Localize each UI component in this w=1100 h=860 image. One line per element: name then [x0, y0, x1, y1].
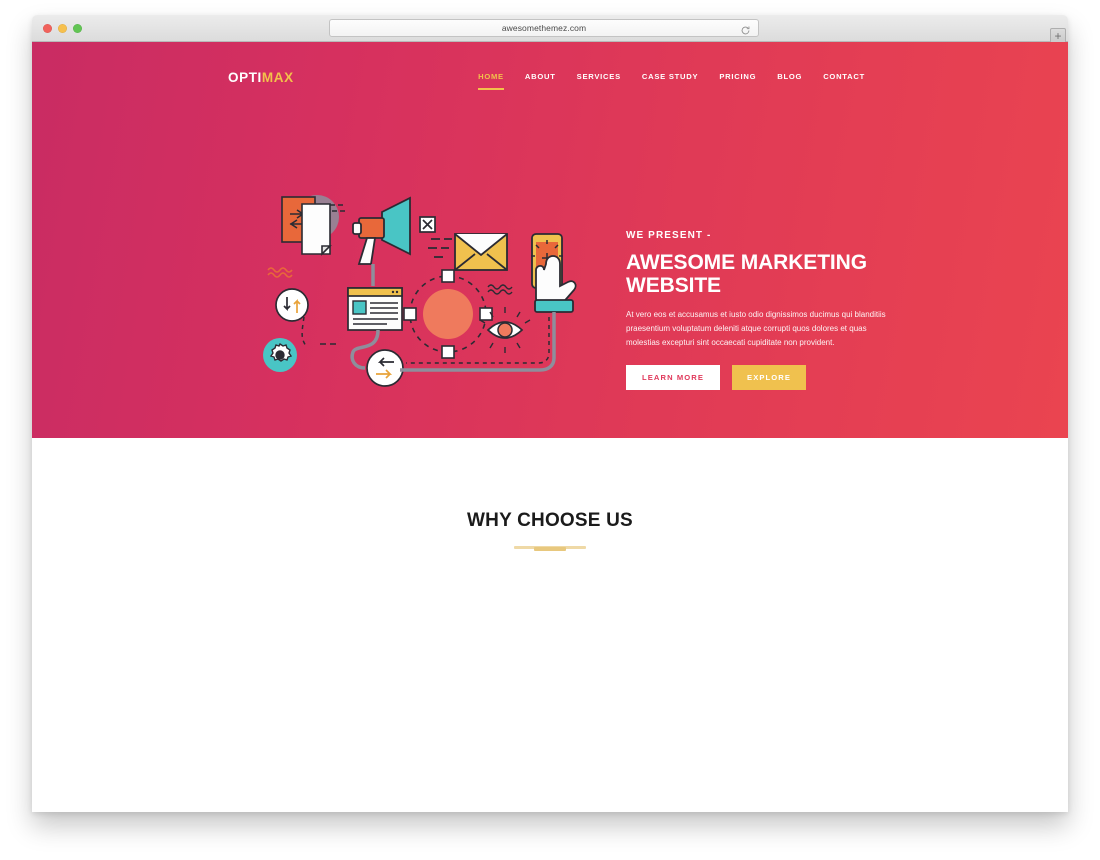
section-title: WHY CHOOSE US [467, 510, 633, 531]
address-bar[interactable]: awesomethemez.com [329, 19, 759, 37]
section-divider [514, 546, 586, 549]
logo-part-one: OPTI [228, 70, 262, 85]
site-logo[interactable]: OPTIMAX [228, 70, 294, 85]
hero-copy: WE PRESENT - AWESOME MARKETING WEBSITE A… [626, 230, 926, 391]
close-window-button[interactable] [43, 24, 52, 33]
zoom-window-button[interactable] [73, 24, 82, 33]
browser-chrome: awesomethemez.com + [32, 15, 1068, 44]
reload-icon[interactable] [740, 23, 751, 35]
hero-paragraph: At vero eos et accusamus et iusto odio d… [626, 310, 886, 347]
nav-item-case-study[interactable]: CASE STUDY [642, 72, 698, 88]
site-header: OPTIMAX HOME ABOUT SERVICES CASE STUDY P… [32, 42, 1068, 90]
hero-eyebrow: WE PRESENT - [626, 230, 712, 241]
nav-item-pricing[interactable]: PRICING [719, 72, 756, 88]
minimize-window-button[interactable] [58, 24, 67, 33]
hero-button-group: LEARN MORE EXPLORE [626, 365, 926, 391]
section-header: WHY CHOOSE US [32, 438, 1068, 549]
main-navigation: HOME ABOUT SERVICES CASE STUDY PRICING B… [478, 72, 865, 90]
page-viewport: OPTIMAX HOME ABOUT SERVICES CASE STUDY P… [32, 42, 1068, 812]
nav-item-about[interactable]: ABOUT [525, 72, 556, 88]
hero-title: AWESOME MARKETING WEBSITE [626, 251, 867, 298]
nav-item-blog[interactable]: BLOG [777, 72, 802, 88]
url-text: awesomethemez.com [501, 23, 587, 33]
window-controls [43, 24, 82, 33]
learn-more-button[interactable]: LEARN MORE [626, 365, 721, 391]
nav-item-services[interactable]: SERVICES [577, 72, 621, 88]
digital-marketing-illustration [260, 192, 590, 402]
nav-item-home[interactable]: HOME [478, 72, 504, 90]
browser-window: awesomethemez.com + OPTIMAX HOME ABOUT S… [32, 15, 1068, 812]
nav-item-contact[interactable]: CONTACT [823, 72, 865, 88]
why-choose-us-section: WHY CHOOSE US HIGHER MARKET GROWTH At ve… [32, 438, 1068, 812]
logo-part-two: MAX [261, 70, 294, 85]
hero-section: OPTIMAX HOME ABOUT SERVICES CASE STUDY P… [32, 42, 1068, 438]
explore-button[interactable]: EXPLORE [732, 365, 807, 391]
